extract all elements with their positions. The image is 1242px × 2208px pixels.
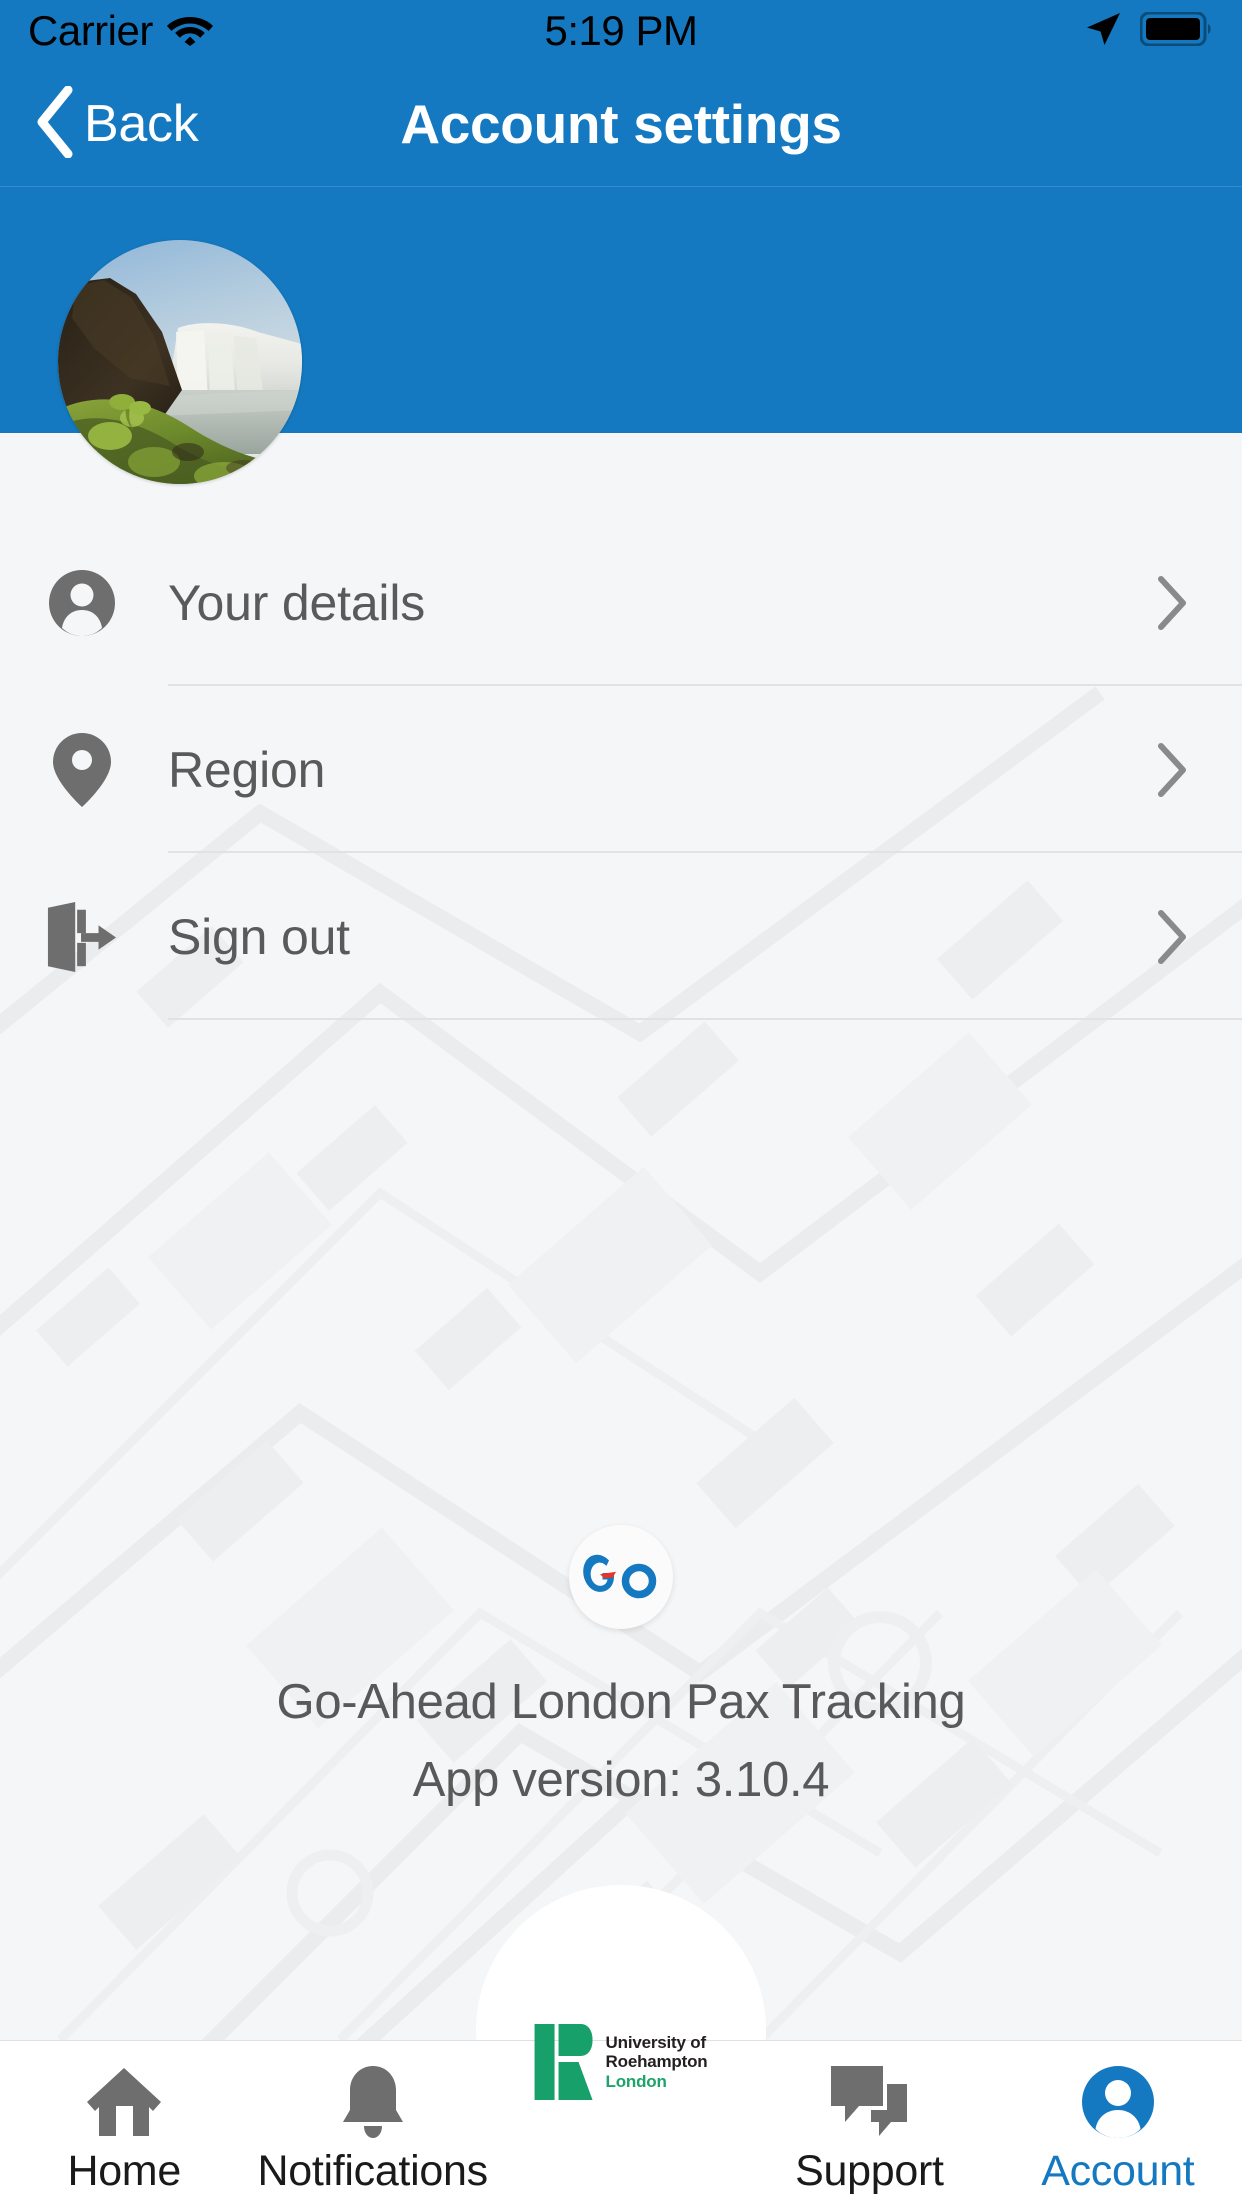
roehampton-wordmark: University of Roehampton London	[606, 2033, 708, 2090]
chat-bubbles-icon	[829, 2063, 909, 2141]
tab-label-notifications: Notifications	[257, 2147, 488, 2195]
roehampton-r-mark	[534, 2024, 593, 2100]
settings-menu: Your details Region Sign out	[0, 519, 1242, 1020]
tab-home[interactable]: Home	[0, 2041, 248, 2208]
roehampton-line-3: London	[605, 2071, 667, 2091]
tab-label-support: Support	[795, 2147, 944, 2195]
roehampton-line-1: University of	[605, 2033, 707, 2053]
tab-label-account: Account	[1041, 2147, 1195, 2195]
avatar-image	[58, 240, 302, 484]
settings-row-label: Region	[168, 741, 326, 798]
tab-support[interactable]: Support	[745, 2041, 993, 2208]
navigation-bar: Back Account settings	[0, 62, 1242, 187]
roehampton-line-2: Roehampton	[605, 2052, 708, 2072]
settings-row-label: Sign out	[168, 908, 350, 965]
sign-out-icon	[46, 901, 118, 973]
settings-row-your-details[interactable]: Your details	[0, 519, 1242, 686]
person-icon	[46, 567, 118, 639]
go-ahead-logo-mark	[583, 1554, 657, 1599]
app-version-label: App version: 3.10.4	[412, 1753, 830, 1807]
home-icon	[85, 2063, 163, 2141]
map-pin-icon	[46, 732, 118, 807]
tab-account[interactable]: Account	[994, 2041, 1242, 2208]
app-root: Carrier 5:19 PM Back Account settings Yo…	[0, 0, 1242, 2208]
status-bar-center: 5:19 PM	[0, 0, 1242, 62]
chevron-right-icon	[1154, 575, 1190, 631]
app-name-label: Go-Ahead London Pax Tracking	[276, 1675, 966, 1729]
settings-row-label: Your details	[168, 574, 426, 631]
chevron-right-icon	[1154, 742, 1190, 798]
tab-notifications[interactable]: Notifications	[248, 2041, 496, 2208]
content-area: Your details Region Sign out Go-Ahead Lo…	[0, 433, 1242, 2040]
tab-label-home: Home	[67, 2147, 181, 2195]
battery-full-icon	[1139, 11, 1212, 51]
location-arrow-icon	[1084, 10, 1122, 53]
chevron-right-icon	[1154, 909, 1190, 965]
bell-icon	[341, 2063, 405, 2141]
go-ahead-logo	[569, 1525, 673, 1629]
settings-row-sign-out[interactable]: Sign out	[0, 853, 1242, 1020]
page-title: Account settings	[400, 93, 842, 155]
status-bar-right	[1084, 0, 1212, 62]
profile-avatar[interactable]	[58, 240, 302, 484]
account-circle-icon	[1080, 2063, 1156, 2141]
clock-label: 5:19 PM	[544, 7, 698, 54]
settings-row-region[interactable]: Region	[0, 686, 1242, 853]
app-info-block: Go-Ahead London Pax Tracking App version…	[0, 1525, 1242, 1808]
university-of-roehampton-logo: University of Roehampton London	[534, 2024, 708, 2100]
status-bar: Carrier 5:19 PM	[0, 0, 1242, 62]
row-divider	[168, 1018, 1242, 1020]
